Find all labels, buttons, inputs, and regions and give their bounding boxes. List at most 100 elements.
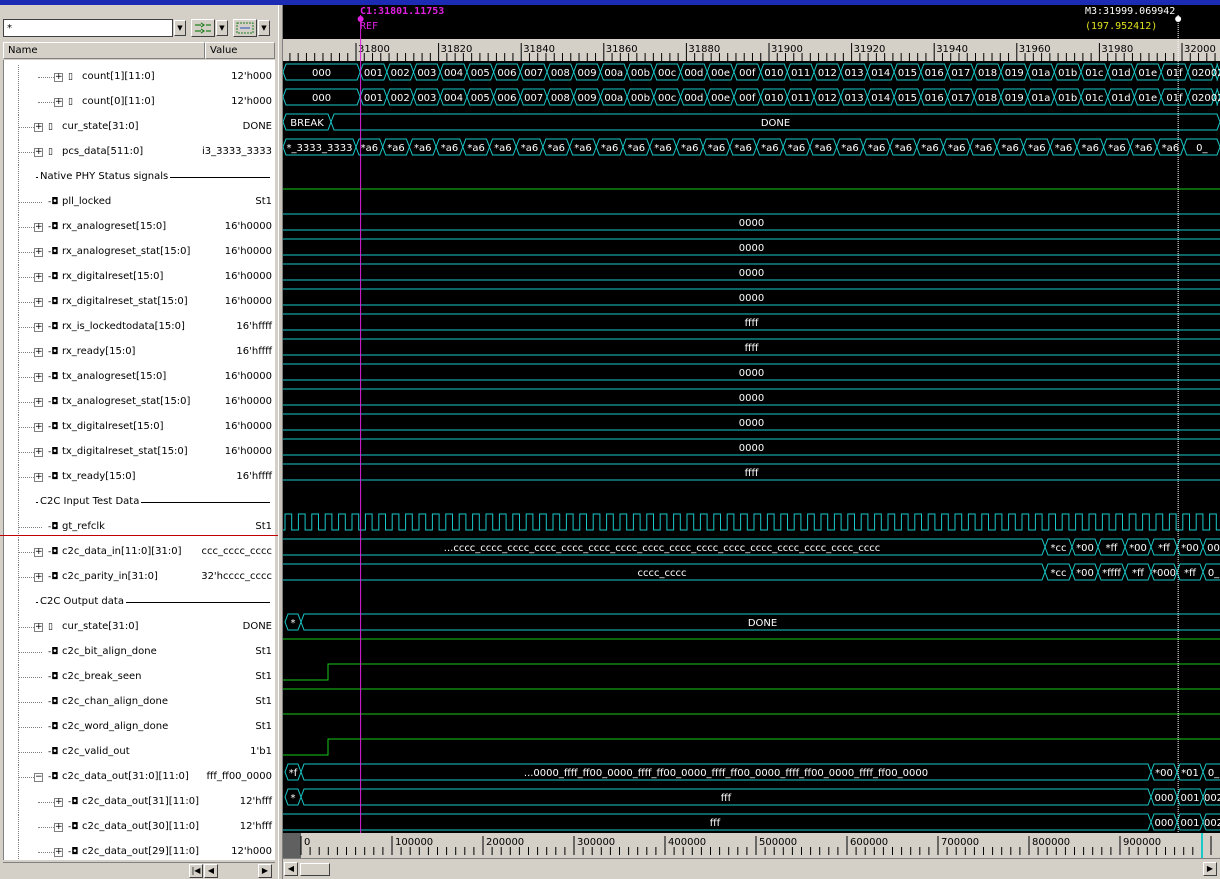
signal-row[interactable]: + -◘ c2c_data_out[29][11:0] 12'h000 xyxy=(4,840,275,860)
signal-row[interactable]: + -◘ c2c_data_out[30][11:0] 12'hfff xyxy=(4,815,275,840)
signal-value: 16'h0000 xyxy=(224,396,272,407)
bus-value-label: 018 xyxy=(978,93,997,104)
divider-label: Native PHY Status signals xyxy=(38,171,171,182)
bus-value-label: 02 xyxy=(1211,93,1220,104)
signal-row[interactable]: + -◘ rx_digitalreset[15:0] 16'h0000 xyxy=(4,265,275,290)
signal-row[interactable]: + -◘ c2c_data_out[31][11:0] 12'hfff xyxy=(4,790,275,815)
signal-row[interactable]: + -◘ tx_analogreset_stat[15:0] 16'h0000 xyxy=(4,390,275,415)
expand-icon[interactable]: + xyxy=(34,123,43,132)
signal-row[interactable]: + -◘ rx_analogreset_stat[15:0] 16'h0000 xyxy=(4,240,275,265)
expand-icon[interactable]: + xyxy=(34,248,43,257)
expand-icon[interactable]: + xyxy=(34,548,43,557)
scroll-left-button[interactable]: ◀ xyxy=(204,864,218,878)
divider-row[interactable]: Native PHY Status signals xyxy=(4,165,275,190)
bus-value-label: 0000 xyxy=(739,393,764,404)
signal-row[interactable]: + ▯ count[1][11:0] 12'h000 xyxy=(4,65,275,90)
waveform-pane[interactable]: 31800 31820 31840 31860 31880 31900 31920 31940… xyxy=(283,5,1220,879)
expand-icon[interactable]: + xyxy=(34,573,43,582)
signal-row[interactable]: -◘ c2c_bit_align_done St1 xyxy=(4,640,275,665)
tree-guide xyxy=(18,815,19,840)
expand-icon[interactable]: + xyxy=(34,273,43,282)
signal-row[interactable]: -◘ pll_locked St1 xyxy=(4,190,275,215)
signal-name: c2c_data_out[31:0][11:0] xyxy=(62,771,189,782)
name-column-header[interactable]: Name xyxy=(3,42,205,59)
signal-row[interactable]: − -◘ c2c_data_out[31:0][11:0] fff_ff00_0000 xyxy=(4,765,275,790)
expand-icon[interactable]: + xyxy=(34,323,43,332)
wave-scroll-thumb[interactable] xyxy=(300,863,330,876)
divider-row[interactable]: C2C Output data xyxy=(4,590,275,615)
signal-row[interactable]: + ▯ count[0][11:0] 12'h000 xyxy=(4,90,275,115)
expand-icon[interactable]: + xyxy=(34,373,43,382)
bus-value-label: 000 xyxy=(1154,793,1173,804)
expand-dropdown-button[interactable]: ▼ xyxy=(216,20,228,36)
signal-row[interactable]: + -◘ rx_digitalreset_stat[15:0] 16'h0000 xyxy=(4,290,275,315)
expand-icon[interactable]: + xyxy=(34,223,43,232)
waveform-canvas[interactable]: 31800 31820 31840 31860 31880 31900 31920 31940… xyxy=(283,5,1220,858)
bus-value-label: *00 xyxy=(1076,568,1094,579)
signal-row[interactable]: -◘ gt_refclk St1 xyxy=(4,515,275,540)
signal-row[interactable]: + -◘ c2c_parity_in[31:0] 32'hcccc_cccc xyxy=(4,565,275,590)
expand-icon[interactable]: + xyxy=(54,98,63,107)
divider-row[interactable]: C2C Input Test Data xyxy=(4,490,275,515)
signal-filter-input[interactable] xyxy=(3,19,173,37)
signal-row[interactable]: + -◘ rx_analogreset[15:0] 16'h0000 xyxy=(4,215,275,240)
expand-icon[interactable]: + xyxy=(34,423,43,432)
marker-m3-handle xyxy=(1175,16,1182,22)
expand-collapse-button[interactable] xyxy=(191,19,215,37)
signal-row[interactable]: + -◘ tx_digitalreset[15:0] 16'h0000 xyxy=(4,415,275,440)
signal-row[interactable]: -◘ c2c_break_seen St1 xyxy=(4,665,275,690)
value-column-header[interactable]: Value xyxy=(205,42,275,59)
marker-m3-label[interactable]: M3:31999.069942 xyxy=(1085,6,1175,17)
signal-row[interactable]: + -◘ tx_ready[15:0] 16'hffff xyxy=(4,465,275,490)
wave-scroll-right-button[interactable]: ▶ xyxy=(1203,862,1217,876)
bus-value-label: *ffff xyxy=(1102,568,1122,579)
expand-icon[interactable]: + xyxy=(34,348,43,357)
expand-icon[interactable]: + xyxy=(54,823,63,832)
signal-value: 12'h000 xyxy=(231,96,272,107)
bus-value-label: *a6 xyxy=(895,143,913,154)
name-pane-horizontal-scrollbar[interactable]: |◀ ◀ ▶ xyxy=(3,862,275,878)
wave-scroll-left-button[interactable]: ◀ xyxy=(284,862,298,876)
group-button[interactable] xyxy=(233,19,257,37)
collapse-icon[interactable]: − xyxy=(34,773,43,782)
signal-row[interactable]: + -◘ tx_analogreset[15:0] 16'h0000 xyxy=(4,365,275,390)
time-ruler xyxy=(283,39,1220,61)
signal-row[interactable]: + -◘ rx_is_lockedtodata[15:0] 16'hffff xyxy=(4,315,275,340)
scroll-right-button[interactable]: ▶ xyxy=(258,864,272,878)
overview-label: 300000 xyxy=(577,837,615,848)
group-dropdown-button[interactable]: ▼ xyxy=(258,20,270,36)
expand-icon[interactable]: + xyxy=(34,148,43,157)
bus-value-label: 006 xyxy=(497,68,516,79)
filter-dropdown-button[interactable]: ▼ xyxy=(174,20,186,36)
signal-row[interactable]: + ▯ cur_state[31:0] DONE xyxy=(4,615,275,640)
signal-name: rx_analogreset_stat[15:0] xyxy=(62,246,191,257)
expand-icon[interactable]: + xyxy=(54,848,63,857)
scroll-left-end-button[interactable]: |◀ xyxy=(189,864,203,878)
signal-row[interactable]: -◘ c2c_chan_align_done St1 xyxy=(4,690,275,715)
expand-icon[interactable]: + xyxy=(34,473,43,482)
signal-row[interactable]: + ▯ pcs_data[511:0] i3_3333_3333 xyxy=(4,140,275,165)
bus-value-label: *a6 xyxy=(521,143,539,154)
signal-value: 16'h0000 xyxy=(224,371,272,382)
signal-row[interactable]: + ▯ cur_state[31:0] DONE xyxy=(4,115,275,140)
signal-row[interactable]: -◘ c2c_word_align_done St1 xyxy=(4,715,275,740)
bus-value-label: DONE xyxy=(748,618,777,629)
signal-value: 16'h0000 xyxy=(224,271,272,282)
cursor-c1-label[interactable]: C1:31801.11753 xyxy=(360,6,444,17)
signal-row[interactable]: + -◘ rx_ready[15:0] 16'hffff xyxy=(4,340,275,365)
signal-row[interactable]: + -◘ c2c_data_in[11:0][31:0] ccc_cccc_cccc xyxy=(4,540,275,565)
expand-icon[interactable]: + xyxy=(54,73,63,82)
bus-value-label: 009 xyxy=(578,68,597,79)
signal-row[interactable]: + -◘ tx_digitalreset_stat[15:0] 16'h0000 xyxy=(4,440,275,465)
expand-icon[interactable]: + xyxy=(34,398,43,407)
expand-icon[interactable]: + xyxy=(34,298,43,307)
port-icon: -◘ xyxy=(48,347,59,357)
expand-icon[interactable]: + xyxy=(34,448,43,457)
waveform-horizontal-scrollbar[interactable]: ◀ ▶ xyxy=(283,858,1220,879)
expand-icon[interactable]: + xyxy=(54,798,63,807)
bus-value-label: 00b xyxy=(631,68,650,79)
signal-row[interactable]: -◘ c2c_valid_out 1'b1 xyxy=(4,740,275,765)
bus-value-label: *a6 xyxy=(1108,143,1126,154)
expand-icon[interactable]: + xyxy=(34,623,43,632)
bus-value-label: 01d xyxy=(1112,68,1131,79)
